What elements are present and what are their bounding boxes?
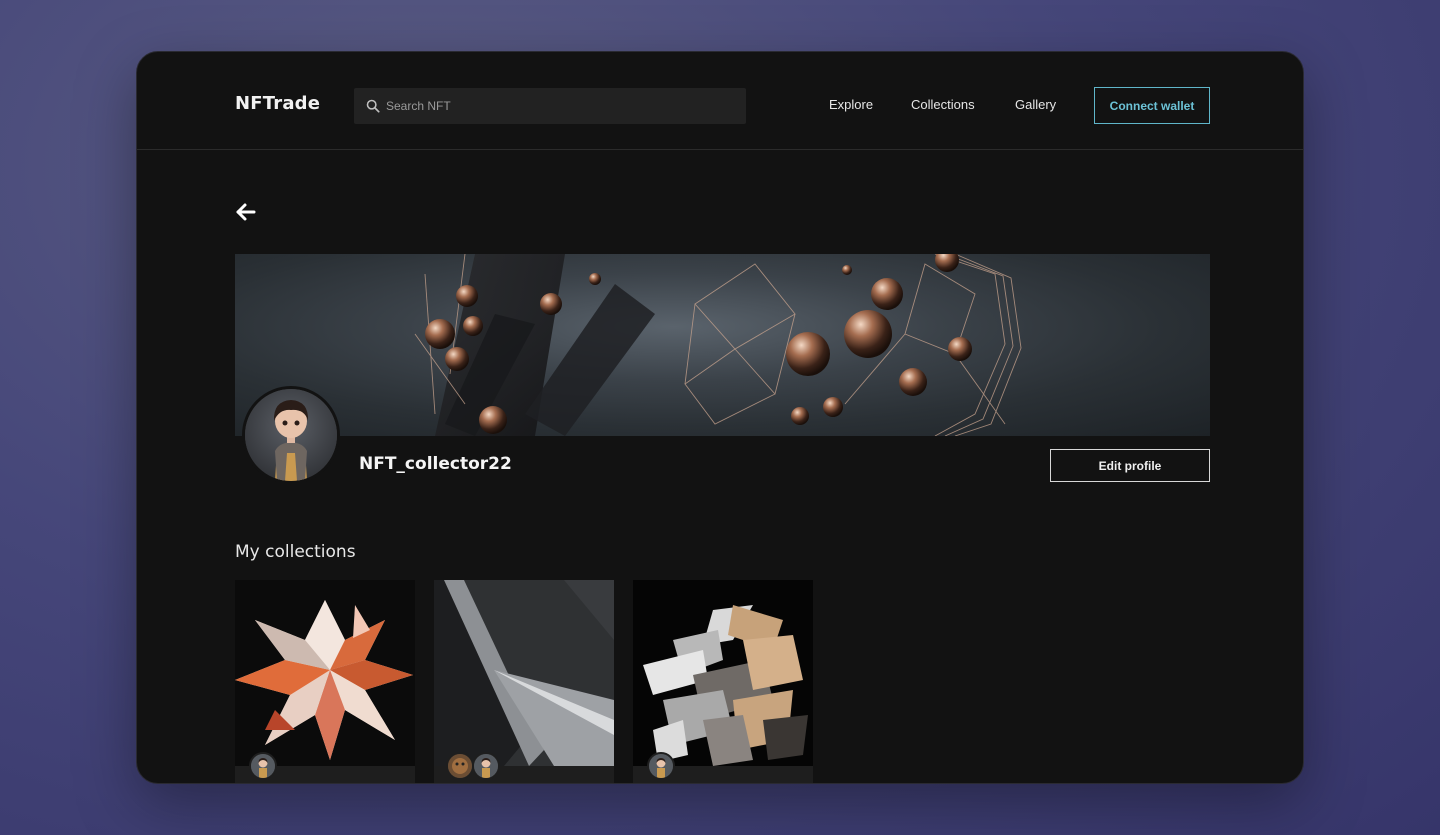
- nav-link-gallery[interactable]: Gallery: [1015, 97, 1056, 112]
- back-arrow-icon[interactable]: [235, 202, 257, 222]
- owner-avatar[interactable]: [472, 752, 500, 780]
- collection-art-metallic-shapes: [633, 580, 813, 766]
- profile-username: NFT_collector22: [359, 454, 512, 474]
- profile-avatar[interactable]: [242, 386, 340, 484]
- nav-link-explore[interactable]: Explore: [829, 97, 873, 112]
- collection-card[interactable]: [633, 580, 813, 783]
- logo[interactable]: NFTrade: [235, 93, 320, 114]
- nav-link-collections[interactable]: Collections: [911, 97, 975, 112]
- owner-avatar[interactable]: [446, 752, 474, 780]
- owner-avatar[interactable]: [647, 752, 675, 780]
- search-icon: [366, 99, 380, 113]
- collection-card[interactable]: [434, 580, 614, 783]
- connect-wallet-button[interactable]: Connect wallet: [1094, 87, 1210, 124]
- app-window: NFTrade Explore Collections Gallery Conn…: [136, 51, 1304, 784]
- edit-profile-button[interactable]: Edit profile: [1050, 449, 1210, 482]
- owner-avatar[interactable]: [249, 752, 277, 780]
- search-bar[interactable]: [354, 88, 746, 124]
- top-nav: NFTrade Explore Collections Gallery Conn…: [137, 52, 1303, 150]
- profile-banner: [235, 254, 1210, 436]
- search-input[interactable]: [386, 99, 726, 113]
- collection-art-crystal-flower: [235, 580, 415, 766]
- collection-card[interactable]: [235, 580, 415, 783]
- my-collections-heading: My collections: [235, 542, 356, 562]
- collection-art-grey-abstract: [434, 580, 614, 766]
